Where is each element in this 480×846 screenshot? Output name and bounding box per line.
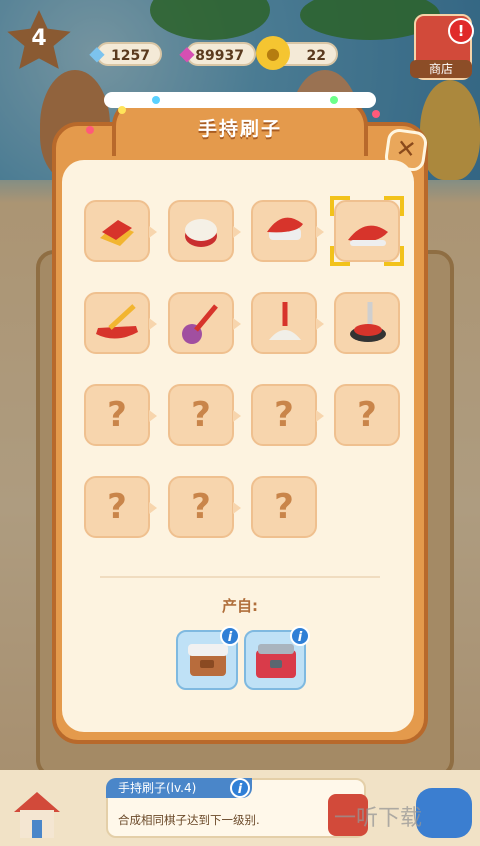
coin-count: 22: [306, 48, 326, 64]
house-icon[interactable]: [8, 786, 66, 842]
unknown-item-icon: ?: [107, 487, 127, 527]
gem-icon: ◆: [179, 41, 195, 65]
diamond-count: 1257: [111, 48, 150, 64]
diamond-icon: ◆: [89, 41, 105, 65]
string-light: [152, 96, 160, 104]
item-cell[interactable]: [168, 200, 241, 262]
selection-corner: [384, 196, 404, 216]
feather-duster-icon: [182, 304, 218, 344]
item-cell[interactable]: [168, 292, 241, 354]
scrub-brush-icon: [267, 217, 303, 240]
unknown-item-icon: ?: [357, 395, 377, 435]
watermark-text: 一听下载: [334, 806, 423, 831]
source-info-icon[interactable]: i: [220, 626, 240, 646]
shop-label: 商店: [410, 60, 472, 78]
shop-alert-badge: !: [448, 18, 474, 44]
item-cell[interactable]: [84, 292, 157, 354]
mop-icon: [269, 302, 301, 340]
coin-icon: ●: [256, 36, 290, 70]
item-cell[interactable]: ?: [168, 384, 241, 446]
item-cell[interactable]: ?: [84, 384, 157, 446]
string-light: [372, 110, 380, 118]
dialog-title: 手持刷子: [197, 118, 282, 140]
string-light: [86, 126, 94, 134]
item-cell[interactable]: [251, 292, 324, 354]
blue-chest-icon[interactable]: [416, 788, 472, 838]
selection-corner: [330, 246, 350, 266]
unknown-item-icon: ?: [274, 487, 294, 527]
item-cell[interactable]: [330, 196, 404, 266]
item-cell[interactable]: ?: [334, 384, 400, 446]
dustpan-brush-icon: [96, 304, 138, 339]
divider: [100, 576, 380, 578]
item-cell[interactable]: [251, 200, 324, 262]
item-cell[interactable]: [334, 292, 400, 354]
close-icon: ✕: [394, 133, 419, 165]
floor-scrubber-icon: [350, 302, 386, 342]
string-light: [330, 96, 338, 104]
item-cell[interactable]: ?: [84, 476, 157, 538]
source-info-icon[interactable]: i: [290, 626, 310, 646]
selection-corner: [330, 196, 350, 216]
string-light: [118, 106, 126, 114]
unknown-item-icon: ?: [191, 487, 211, 527]
item-info-text: 合成相同棋子达到下一级别.: [118, 813, 260, 827]
item-cell[interactable]: [84, 200, 157, 262]
unknown-item-icon: ?: [191, 395, 211, 435]
unknown-item-icon: ?: [274, 395, 294, 435]
sponge-icon: [185, 219, 217, 247]
item-cell[interactable]: ?: [251, 476, 317, 538]
item-cell[interactable]: ?: [251, 384, 324, 446]
unknown-item-icon: ?: [107, 395, 127, 435]
red-cloth-icon: [100, 220, 134, 246]
item-cell[interactable]: ?: [168, 476, 241, 538]
level-number: 4: [31, 26, 47, 51]
selection-corner: [384, 246, 404, 266]
source-label: 产自:: [222, 597, 258, 615]
item-info-icon[interactable]: i: [230, 778, 250, 798]
